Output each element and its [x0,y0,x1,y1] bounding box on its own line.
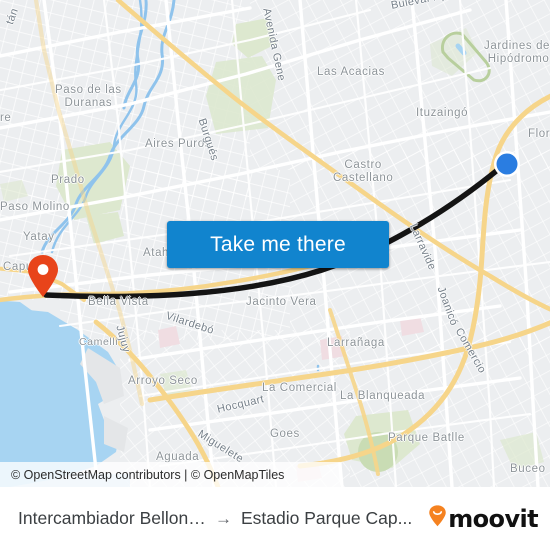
arrow-right-icon: → [215,509,232,528]
origin-pin[interactable] [26,254,60,298]
take-me-there-button[interactable]: Take me there [167,221,389,268]
moovit-logo[interactable]: moovit [428,504,539,533]
trip-origin-label: Intercambiador Belloni And... [18,508,206,528]
trip-summary-bar: Intercambiador Belloni And... → Estadio … [0,487,550,550]
moovit-trip-map-screen: tán re Paso de las Duranas Aires Puros Burgué… [0,0,550,550]
map-attribution: © OpenStreetMap contributors | © OpenMap… [0,462,340,487]
destination-dot[interactable] [492,149,522,179]
attribution-text[interactable]: © OpenStreetMap contributors | © OpenMap… [0,468,284,482]
moovit-pin-icon [428,505,447,532]
moovit-wordmark: moovit [448,504,538,533]
trip-destination-label: Estadio Parque Cap... [241,508,413,528]
map-canvas[interactable]: tán re Paso de las Duranas Aires Puros Burgué… [0,0,550,487]
